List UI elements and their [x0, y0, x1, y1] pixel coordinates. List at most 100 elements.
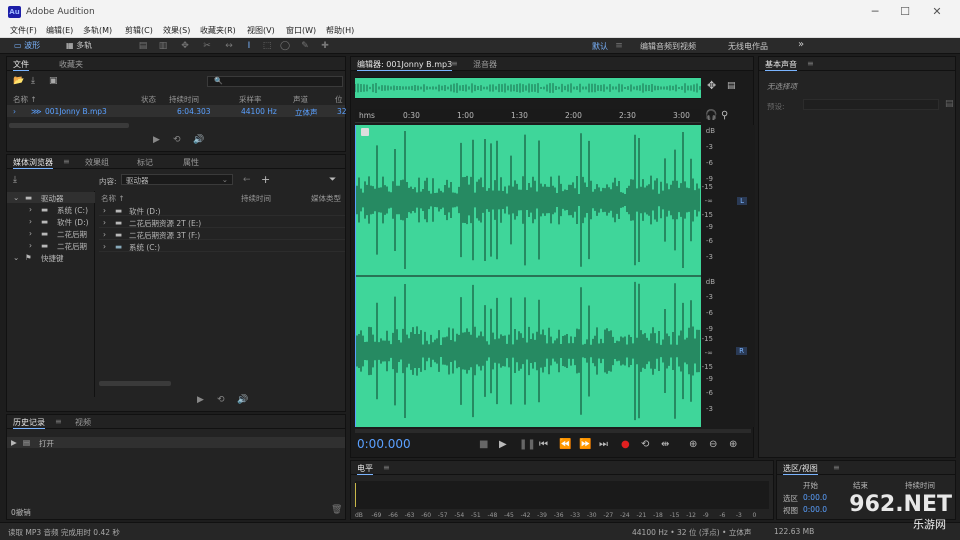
zoom-in-time-icon[interactable]: ⊕: [729, 439, 737, 450]
rewind-icon[interactable]: ⏪: [559, 439, 571, 450]
pitch-display-icon[interactable]: ▥: [158, 41, 168, 51]
playhead[interactable]: [355, 125, 356, 427]
col-name[interactable]: 名称 ↑: [13, 94, 37, 105]
col-channels[interactable]: 声道: [293, 94, 308, 105]
download-icon[interactable]: ⤓: [13, 175, 17, 185]
tree-item-f[interactable]: › ▬ 二花后期: [7, 240, 95, 251]
menu-help[interactable]: 帮助(H): [326, 25, 354, 36]
marquee-tool-icon[interactable]: ⬚: [262, 41, 272, 51]
files-search-input[interactable]: 🔍: [207, 76, 343, 87]
menu-clip[interactable]: 剪辑(C): [125, 25, 153, 36]
media-scrollbar[interactable]: [99, 381, 171, 386]
tab-menu-icon[interactable]: ≡: [63, 157, 70, 166]
play-preview-icon[interactable]: ▶: [153, 135, 160, 145]
time-ruler[interactable]: hms 0:30 1:00 1:30 2:00 2:30 3:00: [355, 109, 701, 123]
col-name[interactable]: 名称 ↑: [101, 193, 125, 204]
loop-icon[interactable]: ⟲: [641, 439, 649, 450]
waveform-area[interactable]: [354, 125, 701, 427]
tree-item-c[interactable]: › ▬ 系统 (C:): [7, 204, 95, 215]
multitrack-button[interactable]: ▦ 多轨: [62, 40, 96, 52]
loop-preview-icon[interactable]: ⟲: [173, 135, 181, 145]
zoom-in-amplitude-icon[interactable]: ⊕: [689, 439, 697, 450]
back-icon[interactable]: ←: [243, 175, 251, 185]
file-row[interactable]: › ⋙ 001Jonny B.mp3 6:04.303 44100 Hz 立体声…: [7, 105, 347, 117]
tab-editor[interactable]: 编辑器: 001Jonny B.mp3: [357, 59, 453, 71]
col-duration[interactable]: 持续时间: [169, 94, 199, 105]
content-select[interactable]: 驱动器 ⌄: [121, 174, 233, 185]
menu-edit[interactable]: 编辑(E): [46, 25, 73, 36]
tab-media-browser[interactable]: 媒体浏览器: [13, 157, 53, 169]
workspace-edit-video[interactable]: 编辑音频到视频: [640, 41, 696, 52]
expand-icon[interactable]: ›: [13, 107, 16, 116]
filter-icon[interactable]: ⏷: [329, 175, 336, 185]
tab-properties[interactable]: 属性: [183, 157, 199, 168]
lasso-tool-icon[interactable]: ◯: [280, 41, 290, 51]
tab-selection-view[interactable]: 选区/视图: [783, 463, 818, 475]
clip-handle-icon[interactable]: [361, 128, 369, 136]
close-icon[interactable]: ✕: [930, 5, 944, 19]
minimize-icon[interactable]: ─: [868, 5, 882, 19]
tab-essential-sound[interactable]: 基本声音: [765, 59, 797, 71]
tab-menu-icon[interactable]: ≡: [807, 59, 814, 68]
tab-menu-icon[interactable]: ≡: [833, 463, 840, 472]
workspace-default[interactable]: 默认: [592, 41, 608, 52]
maximize-icon[interactable]: ☐: [898, 5, 912, 19]
record-icon[interactable]: ●: [621, 439, 630, 450]
col-rate[interactable]: 采样率: [239, 94, 262, 105]
brush-tool-icon[interactable]: ✎: [300, 41, 310, 51]
overview-bar[interactable]: [355, 77, 701, 99]
tab-menu-icon[interactable]: ≡: [451, 59, 458, 68]
tab-mixer[interactable]: 混音器: [473, 59, 497, 70]
tab-menu-icon[interactable]: ≡: [383, 463, 390, 472]
open-file-icon[interactable]: 📂: [13, 76, 24, 86]
list-item[interactable]: › ▬ 软件 (D:): [99, 205, 345, 216]
tab-levels[interactable]: 电平: [357, 463, 373, 475]
col-duration[interactable]: 持续时间: [241, 193, 271, 204]
spectral-display-icon[interactable]: ▤: [138, 41, 148, 51]
workspace-radio[interactable]: 无线电作品: [728, 41, 768, 52]
tree-item-drives[interactable]: ⌄ ▬ 驱动器: [7, 192, 95, 203]
tab-effects-rack[interactable]: 效果组: [85, 157, 109, 168]
col-media-type[interactable]: 媒体类型: [311, 193, 341, 204]
waveform-button[interactable]: ▭ 波形: [10, 40, 44, 52]
razor-tool-icon[interactable]: ✂: [202, 41, 212, 51]
menu-effects[interactable]: 效果(S): [163, 25, 190, 36]
save-preset-icon[interactable]: ▤: [945, 99, 954, 109]
history-item[interactable]: ▶ ▤ 打开: [7, 437, 345, 448]
col-status[interactable]: 状态: [141, 94, 156, 105]
loop-preview-icon[interactable]: ⟲: [217, 395, 225, 405]
waveform-scrollbar[interactable]: [355, 429, 751, 433]
zoom-tool-icon[interactable]: ✥: [707, 79, 716, 92]
tab-menu-icon[interactable]: ≡: [55, 417, 62, 426]
tab-history[interactable]: 历史记录: [13, 417, 45, 429]
skip-start-icon[interactable]: ⏮: [539, 439, 548, 450]
slip-tool-icon[interactable]: ↔: [224, 41, 234, 51]
tree-item-shortcuts[interactable]: ⌄ ⚑ 快捷键: [7, 252, 95, 263]
files-scrollbar[interactable]: [9, 123, 129, 128]
import-file-icon[interactable]: ⤓: [31, 76, 35, 86]
tab-video[interactable]: 视频: [75, 417, 91, 428]
time-selection-tool-icon[interactable]: I: [244, 41, 254, 51]
trash-icon[interactable]: 🗑: [331, 505, 342, 515]
pin-icon[interactable]: ⚲: [721, 110, 728, 121]
preset-select[interactable]: [803, 99, 939, 110]
menu-file[interactable]: 文件(F): [10, 25, 37, 36]
workspace-menu-icon[interactable]: ≡: [614, 41, 624, 51]
menu-view[interactable]: 视图(V): [247, 25, 275, 36]
add-shortcut-icon[interactable]: +: [261, 173, 270, 186]
list-item[interactable]: › ▬ 二花后期资源 3T (F:): [99, 229, 345, 240]
list-item[interactable]: › ▬ 二花后期资源 2T (E:): [99, 217, 345, 228]
tree-item-d[interactable]: › ▬ 软件 (D:): [7, 216, 95, 227]
list-item[interactable]: › ▬ 系统 (C:): [99, 241, 345, 252]
menu-window[interactable]: 窗口(W): [286, 25, 316, 36]
tree-item-e[interactable]: › ▬ 二花后期: [7, 228, 95, 239]
volume-preview-icon[interactable]: 🔊: [237, 395, 248, 405]
menu-favorites[interactable]: 收藏夹(R): [200, 25, 236, 36]
play-icon[interactable]: ▶: [499, 439, 507, 450]
channel-left-badge[interactable]: L: [737, 197, 747, 205]
channel-right-badge[interactable]: R: [736, 347, 747, 355]
tab-favorites[interactable]: 收藏夹: [59, 59, 83, 70]
skip-end-icon[interactable]: ⏭: [599, 439, 608, 450]
fast-forward-icon[interactable]: ⏩: [579, 439, 591, 450]
skip-selection-icon[interactable]: ⇹: [661, 439, 669, 450]
